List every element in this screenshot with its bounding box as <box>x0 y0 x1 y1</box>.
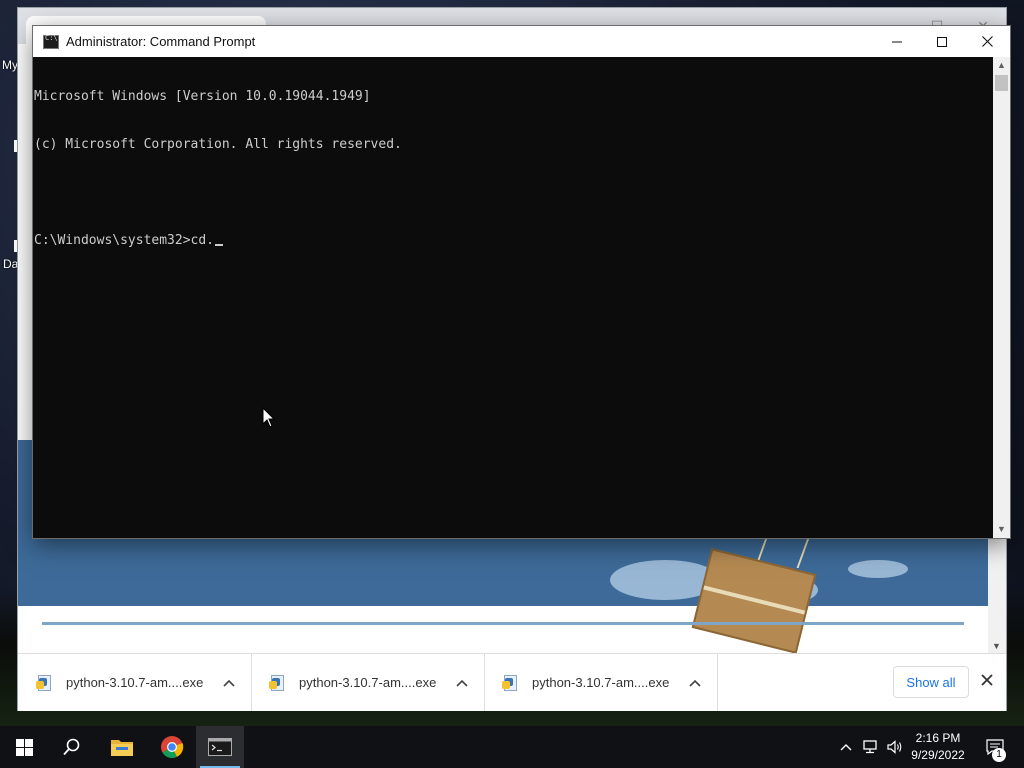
console-command-input[interactable]: C:\Windows\system32>cd. <box>34 233 214 248</box>
console-prompt-line[interactable]: C:\Windows\system32>cd. <box>34 233 992 249</box>
clock-time: 2:16 PM <box>915 731 961 745</box>
text-cursor <box>215 244 224 246</box>
cloud-illustration <box>848 560 908 578</box>
console-scrollbar[interactable]: ▲ ▼ <box>993 57 1010 538</box>
command-prompt-taskbar-button[interactable] <box>196 726 244 768</box>
download-filename[interactable]: python-3.10.7-am....exe <box>299 675 450 690</box>
clock-date: 9/29/2022 <box>911 748 965 762</box>
chrome-button[interactable] <box>148 726 196 768</box>
command-prompt-icon <box>208 738 232 756</box>
window-titlebar[interactable]: Administrator: Command Prompt <box>33 26 1010 57</box>
system-clock[interactable]: 2:16 PM 9/29/2022 <box>905 730 971 764</box>
desktop-icon-label-partial[interactable]: Da <box>3 257 18 271</box>
chevron-up-icon <box>840 744 852 751</box>
chrome-icon <box>161 736 184 758</box>
start-button[interactable] <box>0 726 48 768</box>
network-icon <box>863 740 877 754</box>
mouse-pointer-icon <box>262 407 276 428</box>
scroll-down-icon[interactable]: ▼ <box>992 641 1001 651</box>
console-line: (c) Microsoft Corporation. All rights re… <box>34 137 402 152</box>
close-icon <box>981 36 993 47</box>
scroll-up-icon[interactable]: ▲ <box>993 57 1010 74</box>
minimize-button[interactable] <box>874 26 920 57</box>
scrollbar-thumb[interactable] <box>995 75 1008 91</box>
show-all-downloads-button[interactable]: Show all <box>893 666 969 698</box>
download-item[interactable]: python-3.10.7-am....exe <box>484 654 718 711</box>
maximize-button[interactable] <box>919 26 965 57</box>
downloads-bar: python-3.10.7-am....exe python-3.10.7-am… <box>18 653 1006 711</box>
download-item[interactable]: python-3.10.7-am....exe <box>18 654 252 711</box>
console-line: Microsoft Windows [Version 10.0.19044.19… <box>34 89 371 104</box>
scroll-down-icon[interactable]: ▼ <box>993 521 1010 538</box>
python-installer-icon <box>36 674 52 691</box>
chevron-up-icon[interactable] <box>450 676 474 690</box>
chevron-up-icon[interactable] <box>217 676 241 690</box>
python-installer-icon <box>269 674 285 691</box>
show-hidden-icons-button[interactable] <box>836 726 856 768</box>
command-prompt-window[interactable]: Administrator: Command Prompt Microsoft … <box>33 26 1010 538</box>
download-item[interactable]: python-3.10.7-am....exe <box>251 654 485 711</box>
window-title: Administrator: Command Prompt <box>66 34 256 49</box>
volume-icon <box>887 740 902 754</box>
start-icon <box>15 738 33 756</box>
download-filename[interactable]: python-3.10.7-am....exe <box>66 675 217 690</box>
file-explorer-icon <box>111 740 133 756</box>
close-downloads-bar-icon[interactable] <box>976 670 998 692</box>
python-installer-icon <box>502 674 518 691</box>
chevron-up-icon[interactable] <box>683 676 707 690</box>
maximize-icon <box>937 36 947 47</box>
command-prompt-icon <box>43 34 59 49</box>
desktop-icon-label-partial[interactable]: My <box>2 58 18 72</box>
taskbar: 2:16 PM 9/29/2022 1 <box>0 726 1024 768</box>
search-button[interactable] <box>48 726 96 768</box>
notification-count-badge: 1 <box>992 748 1006 762</box>
download-filename[interactable]: python-3.10.7-am....exe <box>532 675 683 690</box>
search-icon <box>63 738 80 756</box>
volume-button[interactable] <box>884 726 906 768</box>
file-explorer-button[interactable] <box>98 726 146 768</box>
page-divider <box>42 622 964 625</box>
minimize-icon <box>892 41 902 42</box>
console-output[interactable]: Microsoft Windows [Version 10.0.19044.19… <box>34 57 992 537</box>
close-button[interactable] <box>964 26 1010 57</box>
network-button[interactable] <box>860 726 882 768</box>
